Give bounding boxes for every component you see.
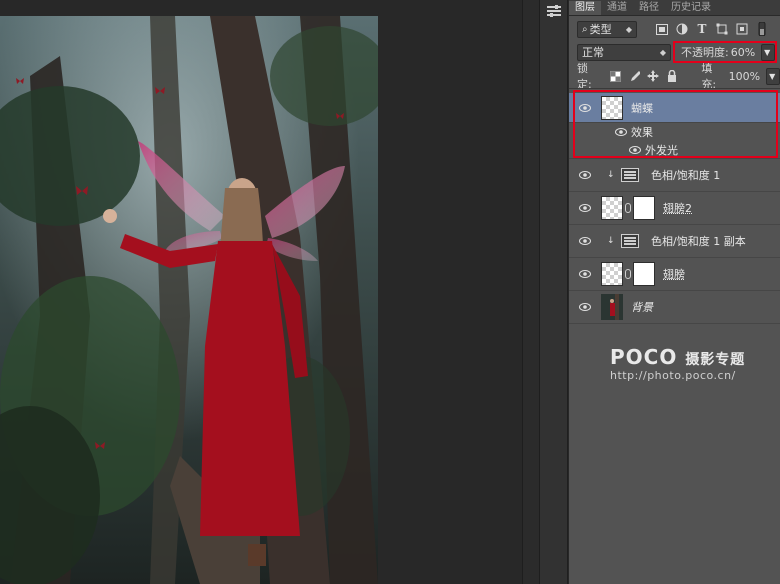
- clipping-arrow-icon: ↓: [607, 170, 615, 180]
- chevron-down-icon: ▼: [769, 71, 776, 81]
- layer-filter-row: ⌕ 类型 ◆ T: [569, 19, 780, 39]
- layer-mask-thumbnail[interactable]: [633, 196, 655, 220]
- filter-type-label: 类型: [589, 23, 612, 36]
- hue-saturation-icon: [621, 168, 639, 182]
- layer-name: 背景: [631, 301, 653, 314]
- opacity-label: 不透明度:: [681, 46, 729, 59]
- opacity-slider-toggle[interactable]: ▼: [761, 43, 776, 61]
- panel-options-icon[interactable]: [544, 2, 564, 20]
- filter-toggle-icon[interactable]: [755, 22, 769, 36]
- tool-strip: [522, 0, 540, 584]
- mask-link-icon[interactable]: [625, 269, 631, 279]
- panel-dock: [540, 0, 568, 584]
- type-filter-icon[interactable]: T: [695, 22, 709, 36]
- effect-name: 外发光: [645, 143, 678, 157]
- effects-eye-icon[interactable]: [615, 126, 627, 138]
- photoshop-window: 图层 通道 路径 历史记录 ⌕ 类型 ◆ T 正常 ◆ 不透明度: 60% ▼ …: [0, 0, 780, 584]
- tab-channels[interactable]: 通道: [601, 1, 633, 15]
- opacity-value[interactable]: 60%: [731, 46, 755, 59]
- visibility-eye-icon[interactable]: [579, 301, 591, 313]
- shape-filter-icon[interactable]: [715, 22, 729, 36]
- blend-opacity-row: 正常 ◆ 不透明度: 60% ▼: [569, 42, 780, 62]
- chevron-down-icon: ◆: [659, 47, 666, 57]
- blend-mode-value: 正常: [582, 46, 604, 59]
- layer-thumbnail: [601, 95, 623, 120]
- watermark-subtitle: 摄影专题: [685, 352, 746, 368]
- poco-watermark: POCO 摄影专题 http://photo.poco.cn/: [610, 345, 745, 382]
- pixel-filter-icon[interactable]: [655, 22, 669, 36]
- tab-paths[interactable]: 路径: [633, 1, 665, 15]
- layer-thumbnail: [601, 262, 623, 286]
- visibility-eye-icon[interactable]: [579, 202, 591, 214]
- layer-row-hue-saturation-1[interactable]: ↓ 色相/饱和度 1: [569, 159, 780, 192]
- watermark-url: http://photo.poco.cn/: [610, 369, 736, 382]
- clipping-arrow-icon: ↓: [607, 236, 615, 246]
- layer-name: 蝴蝶: [631, 101, 653, 115]
- layer-effect-outer-glow[interactable]: 外发光: [569, 141, 780, 159]
- effects-label: 效果: [631, 126, 653, 139]
- document-canvas[interactable]: [0, 0, 522, 584]
- smart-object-filter-icon[interactable]: [735, 22, 749, 36]
- watermark-brand: POCO: [610, 345, 678, 369]
- layer-name: 色相/饱和度 1 副本: [651, 235, 746, 248]
- blend-mode-dropdown[interactable]: 正常 ◆: [577, 43, 671, 61]
- background-thumbnail: [601, 294, 623, 320]
- lock-all-icon[interactable]: [665, 69, 679, 83]
- layer-name: 翅膀2: [663, 202, 692, 215]
- mask-link-icon[interactable]: [625, 203, 631, 213]
- search-icon: ⌕: [582, 23, 588, 35]
- tab-layers[interactable]: 图层: [569, 1, 601, 15]
- fairy-photo: [0, 16, 378, 584]
- layer-row-wings-2[interactable]: 翅膀2: [569, 192, 780, 225]
- chevron-down-icon: ◆: [625, 24, 632, 34]
- layer-thumbnail: [601, 196, 623, 220]
- adjustment-filter-icon[interactable]: [675, 22, 689, 36]
- outer-glow-eye-icon[interactable]: [629, 144, 641, 156]
- hue-saturation-icon: [621, 234, 639, 248]
- lock-position-move-icon[interactable]: [646, 69, 660, 83]
- visibility-eye-icon[interactable]: [579, 102, 591, 114]
- lock-fill-row: 锁定: 填充: 100% ▼: [569, 62, 780, 91]
- chevron-down-icon: ▼: [764, 47, 771, 57]
- lock-transparent-icon[interactable]: [608, 69, 622, 83]
- panel-tab-bar: 图层 通道 路径 历史记录: [569, 0, 780, 16]
- visibility-eye-icon[interactable]: [579, 169, 591, 181]
- watermark-logo: POCO 摄影专题: [610, 345, 745, 369]
- layer-list: 蝴蝶 效果 外发光 ↓ 色相/饱和度 1 翅膀2 ↓ 色相/饱和度 1 副本 翅…: [569, 88, 780, 584]
- fill-value[interactable]: 100%: [729, 70, 760, 83]
- fill-slider-toggle[interactable]: ▼: [766, 67, 780, 85]
- layer-effects-row[interactable]: 效果: [569, 123, 780, 141]
- tab-history[interactable]: 历史记录: [665, 1, 717, 15]
- visibility-eye-icon[interactable]: [579, 235, 591, 247]
- visibility-eye-icon[interactable]: [579, 268, 591, 280]
- lock-image-brush-icon[interactable]: [627, 69, 641, 83]
- layer-name: 色相/饱和度 1: [651, 169, 721, 182]
- layer-row-background[interactable]: 背景: [569, 291, 780, 324]
- layer-row-wings[interactable]: 翅膀: [569, 258, 780, 291]
- layer-filter-dropdown[interactable]: ⌕ 类型 ◆: [577, 20, 637, 38]
- layer-row-butterfly[interactable]: 蝴蝶: [569, 93, 780, 123]
- layer-name: 翅膀: [663, 268, 685, 281]
- layer-row-hue-saturation-1-copy[interactable]: ↓ 色相/饱和度 1 副本: [569, 225, 780, 258]
- layers-panel: 图层 通道 路径 历史记录 ⌕ 类型 ◆ T 正常 ◆ 不透明度: 60% ▼ …: [569, 0, 780, 584]
- layer-mask-thumbnail[interactable]: [633, 262, 655, 286]
